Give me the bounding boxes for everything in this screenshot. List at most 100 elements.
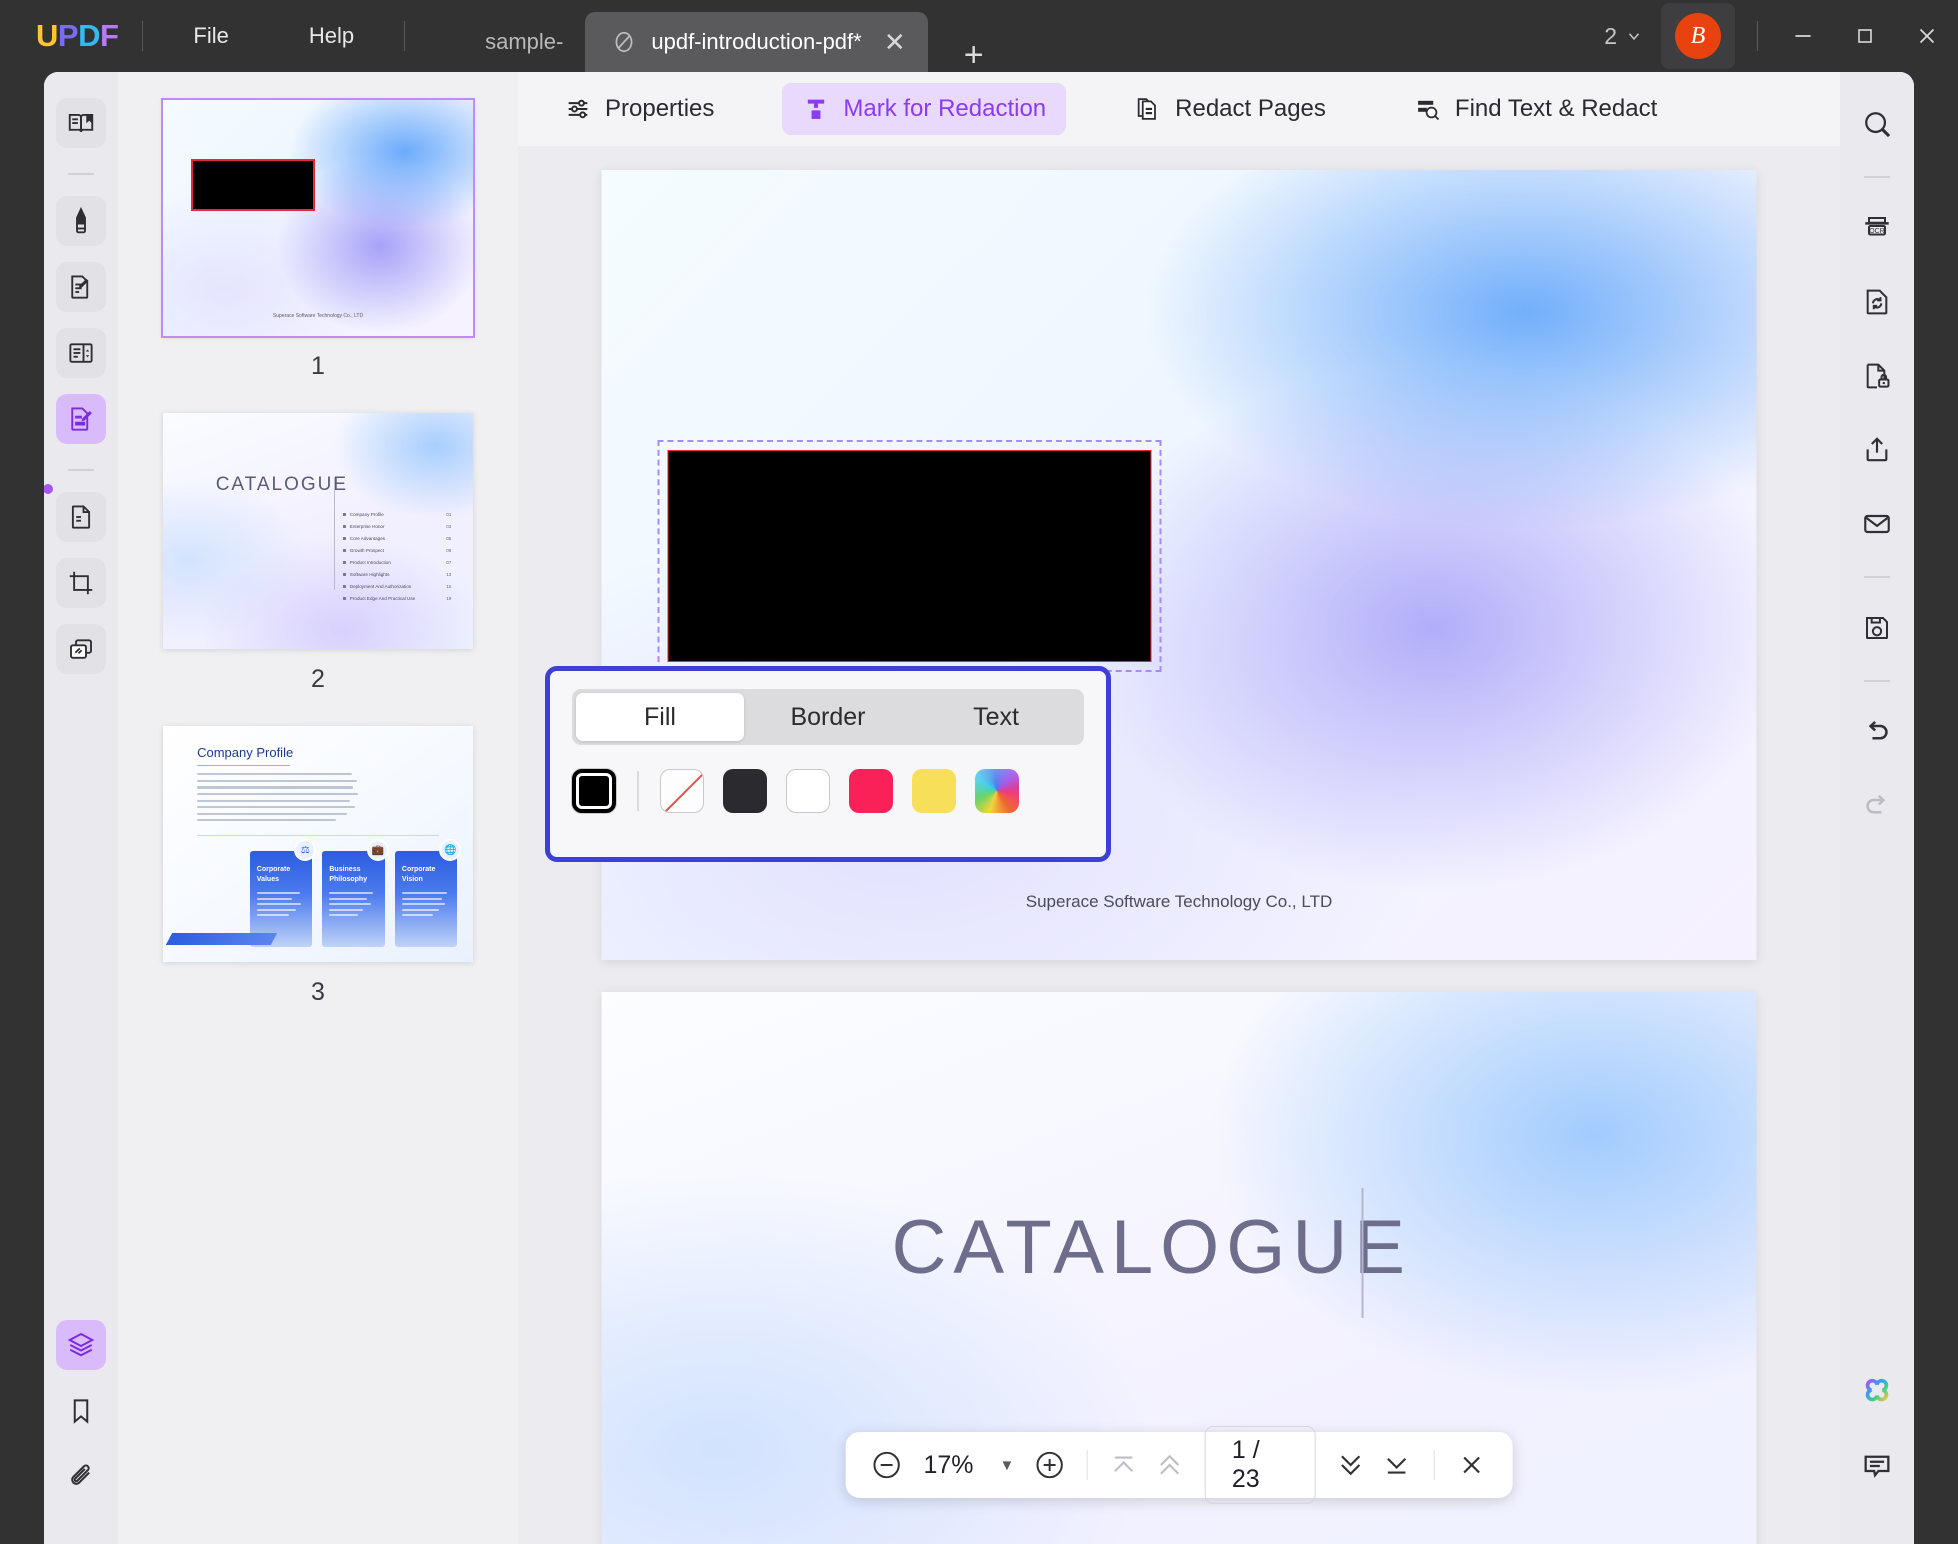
thumbnail-panel[interactable]: Superace Software Technology Co., LTD 1 … [118,72,518,1544]
comments-button[interactable] [1851,1440,1903,1492]
swatch-yellow-color[interactable] [912,769,956,813]
protect-button[interactable] [1851,350,1903,402]
swatch-dark-color[interactable] [723,769,767,813]
card-badge-icon: 💼 [366,839,389,862]
menu-file[interactable]: File [167,15,254,57]
thumbnail-1-frame[interactable]: Superace Software Technology Co., LTD [161,98,475,338]
ai-assistant-button[interactable] [1851,1366,1903,1418]
redaction-box[interactable] [667,450,1152,662]
page-2-rule [1361,1188,1364,1318]
mark-for-redaction-button[interactable]: Mark for Redaction [782,83,1067,135]
tab-close-icon[interactable]: ✕ [882,29,908,55]
panel-handle-dot[interactable] [44,484,53,494]
tab-count-dropdown[interactable]: 2 [1604,23,1643,50]
email-button[interactable] [1851,498,1903,550]
search-icon [1860,107,1894,141]
tab-updf-introduction[interactable]: updf-introduction-pdf* ✕ [585,12,928,72]
last-page-button[interactable] [1376,1442,1418,1488]
swatch-custom-color[interactable] [975,769,1019,813]
logo-letter-u: U [36,18,58,53]
toc-row: Software Highlights 13 [342,572,451,577]
tab-border[interactable]: Border [744,693,912,741]
tab-fill[interactable]: Fill [576,693,744,741]
titlebar-right-group: 2 B [1604,0,1958,72]
convert-button[interactable] [1851,276,1903,328]
left-rail-bottom-group [56,1320,106,1544]
search-button[interactable] [1851,98,1903,150]
sidebar-item-reader[interactable] [56,98,106,148]
zoom-out-button[interactable] [866,1442,908,1488]
menu-bar: File Help [167,15,380,57]
menu-help[interactable]: Help [283,15,380,57]
sidebar-item-edit-pdf[interactable] [56,262,106,312]
thumbnail-3-frame[interactable]: Company Profile ⚖ Corporate Values 💼 Bus… [163,726,473,962]
page-1-footer: Superace Software Technology Co., LTD [1025,892,1333,911]
toc-row: Company Profile 01 [342,512,451,517]
page-canvas[interactable]: Superace Software Technology Co., LTD CA… [518,146,1840,1544]
thumbnail-3[interactable]: Company Profile ⚖ Corporate Values 💼 Bus… [118,726,518,1029]
edit-doc-icon [66,272,96,302]
redact-pages-icon [1134,95,1162,123]
thumbnail-3-title: Company Profile [197,744,294,760]
redact-pages-label: Redact Pages [1175,95,1326,122]
redact-pages-button[interactable]: Redact Pages [1114,83,1346,135]
find-text-and-redact-button[interactable]: Find Text & Redact [1394,83,1677,135]
card-corporate-vision: 🌐 Corporate Vision [394,839,462,948]
ocr-icon: OCR [1861,212,1893,244]
tab-text[interactable]: Text [912,693,1080,741]
tab-sample-label: sample- [485,29,564,54]
page-navigation-bar: 17% ▼ 1 / 23 [845,1426,1513,1504]
swatch-row [572,769,1084,813]
sidebar-item-redact[interactable] [56,394,106,444]
titlebar-divider-1 [142,21,144,51]
sidebar-item-thumbnails[interactable] [56,1320,106,1370]
thumbnail-2[interactable]: CATALOGUE Company Profile 01 Enterprise H… [118,413,518,716]
sidebar-item-annotate[interactable] [56,196,106,246]
zoom-dropdown-icon[interactable]: ▼ [990,1457,1025,1474]
share-button[interactable] [1851,424,1903,476]
maximize-button[interactable] [1834,0,1896,72]
sidebar-item-crop[interactable] [56,558,106,608]
properties-button[interactable]: Properties [544,83,734,135]
new-tab-button[interactable]: + [954,38,994,72]
save-button[interactable] [1851,602,1903,654]
zoom-in-button[interactable] [1028,1442,1070,1488]
fill-color-popup[interactable]: Fill Border Text [545,666,1111,862]
tab-sample[interactable]: sample- [463,12,585,72]
sidebar-item-batch[interactable] [56,624,106,674]
minimize-button[interactable] [1772,0,1834,72]
undo-button[interactable] [1851,706,1903,758]
first-page-button[interactable] [1103,1442,1145,1488]
swatch-pink-color[interactable] [849,769,893,813]
previous-page-button[interactable] [1149,1442,1191,1488]
sidebar-item-bookmarks[interactable] [56,1386,106,1436]
page-number-field[interactable]: 1 / 23 [1204,1426,1316,1504]
share-icon [1861,434,1893,466]
zoom-level-label: 17% [923,1450,974,1479]
swatch-white-color[interactable] [786,769,830,813]
redo-button[interactable] [1851,780,1903,832]
swatch-current-color[interactable] [572,769,616,813]
rail-divider-2 [68,469,94,471]
undo-icon [1861,716,1893,748]
account-button[interactable]: B [1661,3,1735,69]
next-page-button[interactable] [1330,1442,1372,1488]
document-viewer: Properties Mark for Redaction Redact Pag… [518,72,1840,1544]
swatch-no-color[interactable] [660,769,704,813]
thumbnail-2-frame[interactable]: CATALOGUE Company Profile 01 Enterprise H… [163,413,473,649]
sidebar-item-attachments[interactable] [56,1452,106,1502]
thumbnail-1[interactable]: Superace Software Technology Co., LTD 1 [118,98,518,403]
thumbnail-2-title: CATALOGUE [215,474,349,496]
sliders-icon [564,95,592,123]
sidebar-item-form[interactable] [56,328,106,378]
page-icon [66,502,96,532]
close-pager-button[interactable] [1450,1442,1492,1488]
avatar: B [1675,13,1721,59]
sidebar-item-organize-pages[interactable] [56,492,106,542]
ocr-button[interactable]: OCR [1851,202,1903,254]
redaction-selection[interactable] [657,440,1162,672]
toc-row: Deployment And Authorization 15 [342,584,451,589]
thumbnail-3-paragraph [197,773,359,826]
close-window-button[interactable] [1896,0,1958,72]
thumbnail-1-redaction-box [190,159,315,211]
